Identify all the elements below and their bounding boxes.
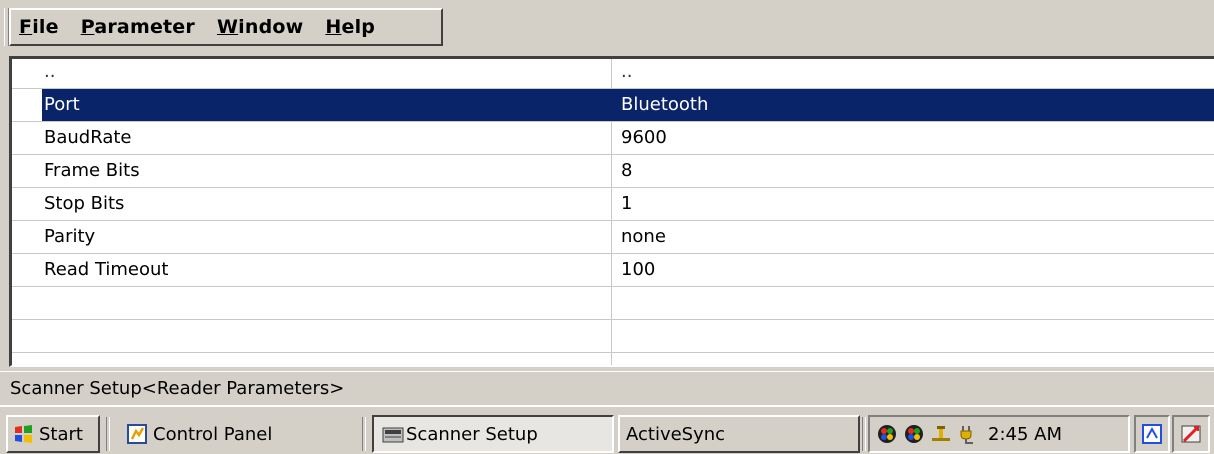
param-name: Stop Bits: [44, 193, 125, 214]
list-row-empty: [12, 353, 1214, 365]
taskbar-separator: [362, 417, 366, 451]
clock[interactable]: 2:45 AM: [988, 424, 1062, 445]
power-plug-icon[interactable]: [957, 423, 979, 445]
taskbar: Start Control Panel Scanner Setup Active…: [0, 405, 1214, 454]
taskbar-scanner-setup[interactable]: Scanner Setup: [372, 415, 614, 453]
param-value: 8: [611, 155, 1214, 187]
list-row-parent[interactable]: .. ..: [12, 59, 1214, 89]
param-name: BaudRate: [44, 127, 132, 148]
menu-bar: File Parameter Window Help: [4, 8, 443, 46]
taskbar-separator: [106, 417, 110, 451]
network-icon-2[interactable]: [903, 423, 925, 445]
param-value: [611, 353, 1214, 365]
keyboard-input-button[interactable]: [1134, 415, 1170, 453]
param-value: 9600: [611, 122, 1214, 154]
parameter-list[interactable]: .. .. Port Bluetooth BaudRate 9600 Frame…: [9, 56, 1214, 367]
scanner-setup-icon: [382, 427, 404, 443]
param-name: Parity: [44, 226, 96, 247]
control-panel-icon: [127, 424, 147, 444]
param-name: Read Timeout: [44, 259, 169, 280]
menu-file[interactable]: File: [19, 16, 59, 38]
param-value: 1: [611, 188, 1214, 220]
list-row-port[interactable]: Port Bluetooth: [12, 89, 1214, 122]
network-icon[interactable]: [876, 423, 898, 445]
parent-value-cell: ..: [611, 59, 1214, 88]
param-value: none: [611, 221, 1214, 253]
param-name: Port: [42, 89, 611, 121]
taskbar-activesync[interactable]: ActiveSync: [618, 415, 860, 453]
param-value: [611, 287, 1214, 319]
keyboard-input-icon: [1142, 424, 1162, 444]
taskbar-control-panel[interactable]: Control Panel: [118, 415, 368, 453]
menu-parameter[interactable]: Parameter: [81, 16, 195, 38]
desktop-icon: [1181, 425, 1201, 443]
start-button[interactable]: Start: [6, 415, 100, 453]
taskbar-separator: [862, 417, 866, 451]
param-name: [12, 287, 611, 319]
param-name: [12, 353, 611, 365]
param-name: Frame Bits: [44, 160, 140, 181]
menu-window[interactable]: Window: [217, 16, 303, 38]
list-row-stop-bits[interactable]: Stop Bits 1: [12, 188, 1214, 221]
parent-name-cell: ..: [44, 61, 56, 82]
menu-help[interactable]: Help: [325, 16, 375, 38]
param-name: [12, 320, 611, 352]
usb-connection-icon[interactable]: [930, 423, 952, 445]
param-value: Bluetooth: [611, 89, 1214, 121]
param-value: 100: [611, 254, 1214, 286]
list-row-frame-bits[interactable]: Frame Bits 8: [12, 155, 1214, 188]
windows-flag-icon: [15, 425, 32, 443]
list-row-empty: [12, 320, 1214, 353]
menu-bar-row: File Parameter Window Help: [0, 0, 1214, 52]
list-row-empty: [12, 287, 1214, 320]
status-bar: Scanner Setup<Reader Parameters>: [0, 371, 1214, 405]
list-row-parity[interactable]: Parity none: [12, 221, 1214, 254]
list-row-read-timeout[interactable]: Read Timeout 100: [12, 254, 1214, 287]
list-row-baudrate[interactable]: BaudRate 9600: [12, 122, 1214, 155]
desktop-button[interactable]: [1172, 415, 1210, 453]
system-tray: 2:45 AM: [868, 415, 1130, 453]
param-value: [611, 320, 1214, 352]
